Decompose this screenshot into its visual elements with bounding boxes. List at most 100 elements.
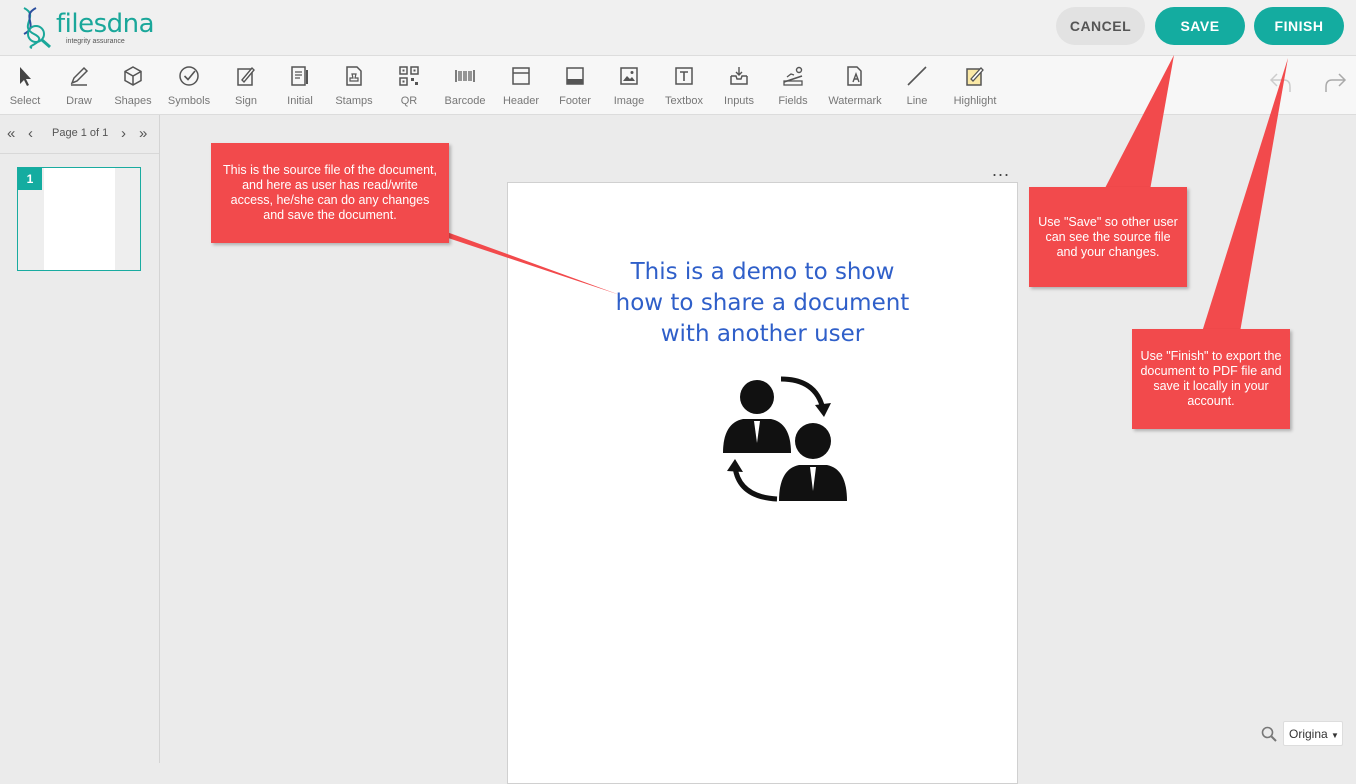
tool-header[interactable]: Header [493,62,549,110]
title-line: how to share a document [615,290,910,316]
thumbnail-page [44,168,115,270]
callout-line: and save the document. [263,208,397,222]
logo-text: filesdna [56,9,155,39]
callout-line: save it locally in your [1153,379,1269,393]
page-indicator: Page 1 of 1 [52,127,109,139]
tool-label: Fields [778,95,808,107]
tool-label: Shapes [114,95,152,107]
document-page[interactable]: This is a demo to show how to share a do… [507,182,1018,784]
callout-save: Use "Save" so other user can see the sou… [1029,187,1187,287]
zoom-level-value: Origina [1289,727,1328,741]
callout-finish: Use "Finish" to export the document to P… [1132,329,1290,429]
inbox-icon [730,67,748,85]
tool-label: Line [906,95,928,107]
callout-line: This is the source file of the document, [223,163,437,177]
tool-image[interactable]: Image [601,62,657,110]
next-page-icon[interactable]: › [121,125,126,142]
footer-icon [566,67,584,85]
cursor-icon [20,67,31,86]
editor-toolbar: Select Draw Shapes Symbols Sign Initial … [0,56,1356,115]
signature-icon [237,66,255,86]
last-page-icon[interactable]: » [139,125,147,142]
callout-line: and your changes. [1056,245,1160,259]
tool-label: Draw [66,95,92,107]
zoom-level-select[interactable]: Origina ▼ [1283,721,1343,746]
tool-line[interactable]: Line [889,62,945,110]
chevron-down-icon: ▼ [1331,731,1339,740]
tool-label: Initial [287,95,313,107]
share-users-icon [723,376,847,502]
undo-icon[interactable] [1268,70,1294,96]
tool-initial[interactable]: Initial [272,62,328,110]
tool-label: QR [400,95,418,107]
title-line: with another user [660,321,865,347]
callout-line: can see the source file [1045,230,1171,244]
redo-icon[interactable] [1322,70,1348,96]
watermark-icon [847,66,862,86]
check-circle-icon [179,66,199,86]
page-navigator: « ‹ Page 1 of 1 › » [0,115,159,154]
qr-icon [399,66,419,86]
image-icon [620,67,638,85]
zoom-icon[interactable] [1261,726,1277,742]
barcode-icon [455,70,475,82]
page-sidebar: « ‹ Page 1 of 1 › » 1 [0,115,160,763]
tool-label: Inputs [724,95,754,107]
thumbnail-number: 1 [18,168,42,190]
dna-icon [23,7,51,49]
tool-symbols[interactable]: Symbols [161,62,217,110]
tool-textbox[interactable]: Textbox [656,62,712,110]
tool-label: Header [502,95,540,107]
tool-sign[interactable]: Sign [218,62,274,110]
filesdna-logo[interactable]: filesdna integrity assurance [14,4,164,50]
tool-fields[interactable]: Fields [765,62,821,110]
tool-shapes[interactable]: Shapes [105,62,161,110]
tool-inputs[interactable]: Inputs [711,62,767,110]
document-title: This is a demo to show how to share a do… [508,257,1017,350]
logo-tagline: integrity assurance [66,38,125,45]
callout-source-file: This is the source file of the document,… [211,143,449,243]
highlight-icon [966,67,984,86]
tool-label: Footer [559,95,591,107]
tool-label: Symbols [167,95,211,107]
textbox-icon [675,67,693,85]
save-button[interactable]: SAVE [1155,7,1245,45]
tool-label: Highlight [953,95,997,107]
tool-barcode[interactable]: Barcode [437,62,493,110]
callout-line: account. [1187,394,1235,408]
tool-label: Image [613,95,645,107]
tool-watermark[interactable]: Watermark [827,62,883,110]
cancel-button[interactable]: CANCEL [1056,7,1145,45]
title-line: This is a demo to show [630,259,895,285]
fields-icon [783,66,803,86]
page-thumbnail[interactable]: 1 [17,167,141,271]
callout-line: document to PDF file and [1140,364,1282,378]
tool-highlight[interactable]: Highlight [947,62,1003,110]
tool-draw[interactable]: Draw [51,62,107,110]
cube-icon [124,66,142,86]
tool-stamps[interactable]: Stamps [326,62,382,110]
tool-label: Select [9,95,41,107]
page-options-icon[interactable]: ... [992,160,1010,181]
pen-icon [70,66,89,86]
finish-button[interactable]: FINISH [1254,7,1344,45]
tool-label: Textbox [665,95,703,107]
callout-line: access, he/she can do any changes [230,193,430,207]
tool-footer[interactable]: Footer [547,62,603,110]
tool-label: Watermark [828,95,882,107]
app-header: filesdna integrity assurance CANCEL SAVE… [0,0,1356,56]
header-icon [512,67,530,85]
initial-icon [291,66,308,86]
first-page-icon[interactable]: « [7,125,15,142]
callout-line: Use "Save" so other user [1038,215,1178,229]
line-icon [907,66,927,86]
callout-line: Use "Finish" to export the [1140,349,1282,363]
tool-label: Sign [234,95,258,107]
previous-page-icon[interactable]: ‹ [28,125,33,142]
tool-label: Stamps [335,95,373,107]
tool-label: Barcode [444,95,486,107]
tool-select[interactable]: Select [0,62,53,110]
tool-qr[interactable]: QR [381,62,437,110]
callout-line: and here as user has read/write [242,178,418,192]
stamp-icon [346,66,362,86]
